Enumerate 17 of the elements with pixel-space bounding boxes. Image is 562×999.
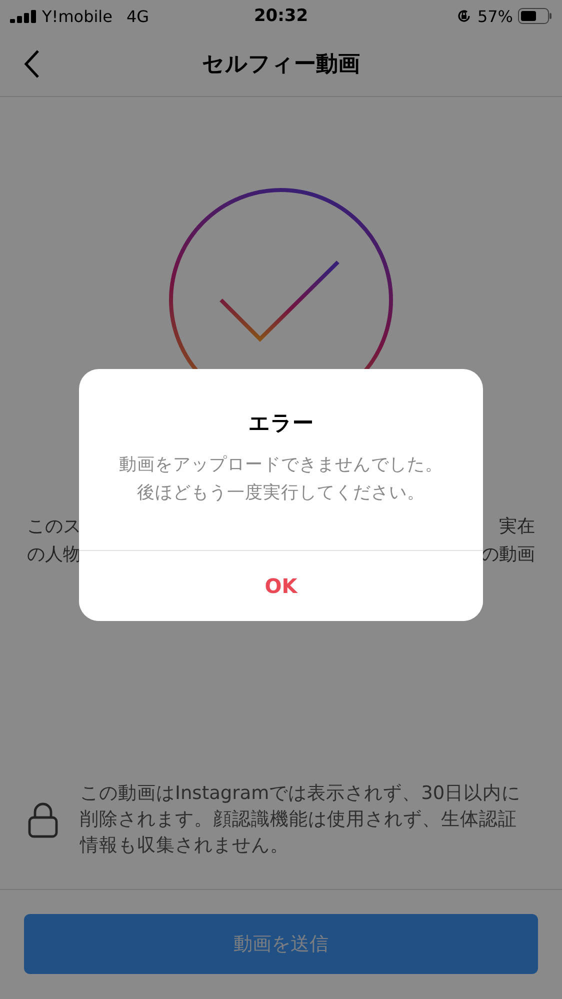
page-title: セルフィー動画 <box>202 51 360 79</box>
battery-icon <box>518 8 552 24</box>
clock-time: 20:32 <box>254 6 308 26</box>
privacy-note: この動画はInstagramでは表示されず、30日以内に削除されます。顔認識機能は使用されず、生体認証情報も収集されません。 <box>80 782 522 858</box>
rotation-lock-icon <box>456 8 472 24</box>
send-video-button[interactable]: 動画を送信 <box>24 914 538 974</box>
dialog-message: 動画をアップロードできませんでした。 <box>119 454 443 477</box>
signal-icon <box>10 9 36 23</box>
intro-text-fragment: このス <box>27 515 81 539</box>
lock-icon <box>28 802 58 838</box>
dialog-title: エラー <box>248 410 314 437</box>
network-type: 4G <box>126 6 150 26</box>
dialog-message: 後ほどもう一度実行してください。 <box>137 482 425 505</box>
intro-text-fragment: 実在 <box>499 515 535 539</box>
carrier-name: Y!mobile <box>42 6 112 26</box>
chevron-left-icon <box>23 49 41 79</box>
battery-percent: 57% <box>477 6 513 26</box>
